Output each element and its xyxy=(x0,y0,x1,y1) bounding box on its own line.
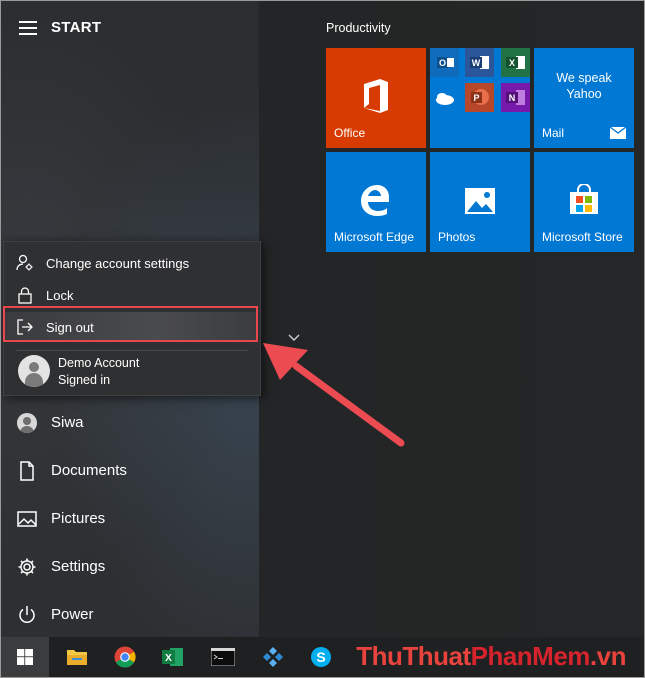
mail-line-2: Yahoo xyxy=(566,87,602,101)
nav-item-settings[interactable]: Settings xyxy=(1,547,259,587)
account-name: Demo Account xyxy=(58,356,140,370)
watermark-part-1: ThuThuat xyxy=(356,641,471,671)
skype-button[interactable]: S xyxy=(297,637,345,677)
taskbar: X S ThuThuatPhanMem.vn xyxy=(1,637,644,677)
windows-start-icon xyxy=(17,649,33,665)
svg-text:S: S xyxy=(316,649,325,665)
office-tile[interactable]: Office xyxy=(326,48,426,148)
sign-out-highlight-box xyxy=(3,306,258,342)
command-prompt-button[interactable] xyxy=(199,637,247,677)
user-avatar-icon xyxy=(17,413,37,433)
svg-text:X: X xyxy=(509,58,515,68)
flyout-item-label: Lock xyxy=(46,288,74,303)
file-explorer-icon xyxy=(67,650,87,665)
svg-text:X: X xyxy=(165,653,172,664)
document-icon xyxy=(20,461,34,481)
onenote-icon: N xyxy=(501,83,530,112)
lock-icon xyxy=(18,287,32,304)
powerpoint-icon: P xyxy=(465,83,494,112)
command-prompt-icon xyxy=(211,648,235,666)
account-settings-icon xyxy=(16,254,33,271)
photos-icon xyxy=(465,188,495,214)
store-bag-icon xyxy=(570,184,598,214)
nav-item-label: Pictures xyxy=(51,510,106,527)
change-account-settings-item[interactable]: Change account settings xyxy=(4,248,258,278)
excel-taskbar-button[interactable]: X xyxy=(149,637,197,677)
svg-text:O: O xyxy=(439,58,446,68)
hamburger-menu-icon[interactable] xyxy=(19,21,37,35)
edge-tile[interactable]: Microsoft Edge xyxy=(326,152,426,252)
watermark-part-3: .vn xyxy=(589,641,627,671)
tile-group-title: Productivity xyxy=(326,21,391,35)
flyout-divider xyxy=(16,350,248,351)
svg-text:W: W xyxy=(472,58,481,68)
excel-icon: X xyxy=(501,48,530,77)
nav-item-label: Settings xyxy=(51,558,106,575)
start-title: START xyxy=(51,19,102,36)
app-button[interactable] xyxy=(249,637,297,677)
account-avatar-icon xyxy=(18,355,50,387)
edge-tile-label: Microsoft Edge xyxy=(334,230,415,244)
mail-tile-label: Mail xyxy=(542,126,565,140)
store-tile[interactable]: Microsoft Store xyxy=(534,152,634,252)
office-apps-tile[interactable]: O W X P N xyxy=(430,48,530,148)
mail-line-1: We speak xyxy=(556,71,612,85)
watermark-part-2: PhanMem xyxy=(470,641,591,671)
start-button[interactable] xyxy=(1,637,49,677)
app-icon xyxy=(263,647,283,667)
chrome-button[interactable] xyxy=(101,637,149,677)
watermark: ThuThuatPhanMem.vn xyxy=(356,641,626,672)
edge-icon xyxy=(361,185,389,216)
onedrive-icon xyxy=(430,83,459,112)
word-icon: W xyxy=(465,48,494,77)
nav-item-user[interactable]: Siwa xyxy=(1,403,259,443)
flyout-item-label: Change account settings xyxy=(46,256,190,271)
photos-tile[interactable]: Photos xyxy=(430,152,530,252)
skype-icon: S xyxy=(311,647,331,667)
account-status: Signed in xyxy=(58,373,111,387)
nav-item-label: Power xyxy=(51,606,94,623)
svg-text:P: P xyxy=(473,93,479,103)
nav-item-label: Documents xyxy=(51,462,127,479)
nav-item-documents[interactable]: Documents xyxy=(1,451,259,491)
excel-icon: X xyxy=(162,648,183,666)
envelope-icon xyxy=(610,127,626,139)
gear-icon xyxy=(18,558,36,576)
power-icon xyxy=(19,606,35,623)
outlook-icon: O xyxy=(430,48,459,77)
chrome-icon xyxy=(114,646,136,668)
office-tile-label: Office xyxy=(334,126,366,140)
picture-icon xyxy=(17,511,37,527)
nav-item-label: Siwa xyxy=(51,414,84,431)
annotation-arrow xyxy=(263,343,405,447)
mail-tile-message: We speak Yahoo xyxy=(534,70,634,102)
nav-item-pictures[interactable]: Pictures xyxy=(1,499,259,539)
photos-tile-label: Photos xyxy=(438,230,476,244)
office-icon xyxy=(364,79,388,113)
file-explorer-button[interactable] xyxy=(53,637,101,677)
screenshot-frame: START Siwa Documents Pictures Settings P… xyxy=(0,0,645,678)
svg-text:N: N xyxy=(509,93,516,103)
nav-item-power[interactable]: Power xyxy=(1,595,259,635)
store-tile-label: Microsoft Store xyxy=(542,230,623,244)
mail-tile[interactable]: We speak Yahoo Mail xyxy=(534,48,634,148)
start-menu: START Siwa Documents Pictures Settings P… xyxy=(1,1,644,637)
